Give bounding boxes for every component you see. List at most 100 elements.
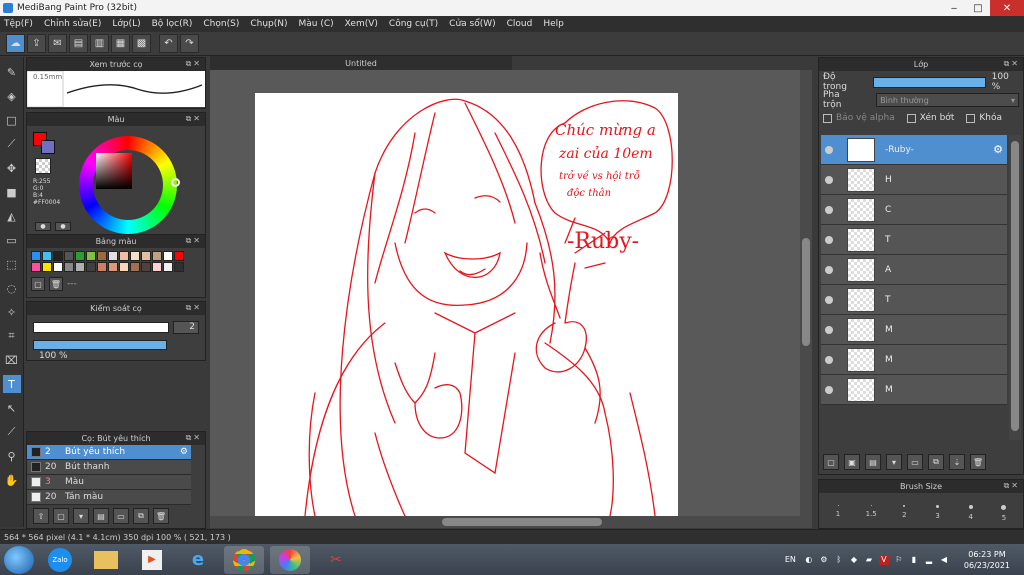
visibility-icon[interactable] xyxy=(825,295,833,304)
operation-tool-icon[interactable]: ↖ xyxy=(3,399,21,417)
layer-row[interactable]: -Ruby- ⚙ xyxy=(821,135,1007,165)
trash-icon[interactable]: 🗑 xyxy=(153,508,169,524)
redo-icon[interactable]: ↷ xyxy=(180,34,199,53)
media-player-icon[interactable]: ▶ xyxy=(132,546,172,574)
brush-item[interactable]: 20 Tán màu xyxy=(27,490,191,505)
ie-icon[interactable]: e xyxy=(178,546,218,574)
brush-size-option[interactable]: 2 xyxy=(891,499,917,522)
brush-size-option[interactable]: 4 xyxy=(958,499,984,522)
folder-icon[interactable]: ▭ xyxy=(113,508,129,524)
eraser-tool-icon[interactable]: ◈ xyxy=(3,87,21,105)
brush-item[interactable]: 3 Màu xyxy=(27,475,191,490)
brush-menu-icon[interactable]: ▾ xyxy=(73,508,89,524)
new-brush-icon[interactable]: ▢ xyxy=(53,508,69,524)
document-icon[interactable]: ▥ xyxy=(90,34,109,53)
palette-swatch[interactable] xyxy=(108,251,118,261)
brush-opacity-slider[interactable] xyxy=(33,340,167,350)
brush-size-option[interactable]: 3 xyxy=(925,499,951,522)
hue-knob[interactable] xyxy=(171,178,180,187)
bucket-tool-icon[interactable]: ◭ xyxy=(3,207,21,225)
visibility-icon[interactable] xyxy=(825,265,833,274)
canvas-vertical-scrollbar[interactable] xyxy=(800,70,812,516)
canvas-area[interactable]: Chúc mừng a zai của 10em trở về vs hội t… xyxy=(210,70,812,516)
menu-file[interactable]: Tệp(F) xyxy=(4,19,33,29)
share-icon[interactable]: ⇪ xyxy=(27,34,46,53)
palette-swatch[interactable] xyxy=(130,262,140,272)
transparent-color-swatch[interactable] xyxy=(35,158,51,174)
menu-filter[interactable]: Bộ lọc(R) xyxy=(152,19,193,29)
palette-swatch[interactable] xyxy=(174,251,184,261)
text-tool-icon[interactable]: T xyxy=(2,375,21,393)
trash-icon[interactable]: 🗑 xyxy=(49,277,63,291)
clock[interactable]: 06:23 PM 06/23/2021 xyxy=(964,549,1010,571)
hue-wheel[interactable] xyxy=(79,136,180,234)
tray-icon[interactable]: ◆ xyxy=(849,555,859,565)
brush-size-option[interactable]: 1.5 xyxy=(858,499,884,522)
lasso-icon[interactable]: ◌ xyxy=(3,279,21,297)
palette-swatch[interactable] xyxy=(75,251,85,261)
visibility-icon[interactable] xyxy=(825,175,833,184)
palette-swatch[interactable] xyxy=(53,262,63,272)
fill-rect-tool-icon[interactable]: ■ xyxy=(3,183,21,201)
minimize-icon[interactable]: ‒ xyxy=(942,0,966,16)
volume-icon[interactable]: ◀ xyxy=(939,555,949,565)
palette-swatch[interactable] xyxy=(119,251,129,261)
palette-swatch[interactable] xyxy=(97,262,107,272)
protect-alpha-checkbox[interactable]: Bảo vệ alpha xyxy=(823,113,895,123)
palette-swatch[interactable] xyxy=(152,251,162,261)
menu-layer[interactable]: Lớp(L) xyxy=(112,19,140,29)
palette-swatch[interactable] xyxy=(42,262,52,272)
menu-select[interactable]: Chọn(S) xyxy=(203,19,239,29)
palette-swatch[interactable] xyxy=(97,251,107,261)
magic-wand-icon[interactable]: ✧ xyxy=(3,303,21,321)
merge-icon[interactable]: ⇣ xyxy=(949,454,965,470)
menu-cloud[interactable]: Cloud xyxy=(507,19,533,29)
brush-item[interactable]: 20 Bút thanh xyxy=(27,460,191,475)
palette-swatch[interactable] xyxy=(141,262,151,272)
material-icon[interactable]: ▦ xyxy=(111,34,130,53)
taskbar-zalo[interactable]: Zalo xyxy=(40,546,80,574)
tray-icon[interactable]: ⚐ xyxy=(894,555,904,565)
page-icon[interactable]: ▤ xyxy=(69,34,88,53)
menu-window[interactable]: Cửa sổ(W) xyxy=(449,19,495,29)
eyedropper-icon[interactable]: ⚲ xyxy=(3,447,21,465)
new-layer-icon[interactable]: ▢ xyxy=(823,454,839,470)
document-tab[interactable]: Untitled xyxy=(210,56,512,70)
palette-swatch[interactable] xyxy=(152,262,162,272)
palette-swatch[interactable] xyxy=(31,251,41,261)
comment-icon[interactable]: ✉ xyxy=(48,34,67,53)
brush-size-option[interactable]: 5 xyxy=(991,499,1017,522)
clipping-checkbox[interactable]: Xén bớt xyxy=(906,113,954,123)
chrome-icon[interactable] xyxy=(224,545,264,574)
close-icon[interactable]: ✕ xyxy=(990,0,1024,16)
layer-row[interactable]: C xyxy=(821,195,1007,225)
lock-checkbox[interactable]: Khóa xyxy=(966,113,1002,123)
add-brush-icon[interactable]: ⇧ xyxy=(33,508,49,524)
layer-row[interactable]: M xyxy=(821,375,1007,405)
select-pen-icon[interactable]: ⌗ xyxy=(3,327,21,345)
panel-controls-icon[interactable]: ⧉✕ xyxy=(186,114,202,124)
folder-icon[interactable]: ▭ xyxy=(907,454,923,470)
duplicate-icon[interactable]: ⧉ xyxy=(133,508,149,524)
palette-swatch[interactable] xyxy=(86,262,96,272)
layer-row[interactable]: H xyxy=(821,165,1007,195)
battery-icon[interactable]: ▮ xyxy=(909,555,919,565)
menu-color[interactable]: Màu (C) xyxy=(299,19,334,29)
canvas-horizontal-scrollbar[interactable] xyxy=(210,516,812,528)
visibility-icon[interactable] xyxy=(825,235,833,244)
brush-tool-icon[interactable]: ✎ xyxy=(3,63,21,81)
palette-swatch[interactable] xyxy=(163,262,173,272)
palette-swatch[interactable] xyxy=(130,251,140,261)
bluetooth-icon[interactable]: ᛒ xyxy=(834,555,844,565)
new-8bit-layer-icon[interactable]: ▣ xyxy=(844,454,860,470)
layer-row[interactable]: T xyxy=(821,285,1007,315)
palette-swatch[interactable] xyxy=(86,251,96,261)
palette-swatch[interactable] xyxy=(53,251,63,261)
tray-icon[interactable]: ⚙ xyxy=(819,555,829,565)
panel-controls-icon[interactable]: ⧉✕ xyxy=(186,59,202,69)
select-eraser-icon[interactable]: ⌧ xyxy=(3,351,21,369)
dot-tool-icon[interactable]: ⟋ xyxy=(3,135,21,153)
language-indicator[interactable]: EN xyxy=(785,555,796,564)
panel-controls-icon[interactable]: ⧉✕ xyxy=(186,303,202,313)
palette-swatch[interactable] xyxy=(64,251,74,261)
